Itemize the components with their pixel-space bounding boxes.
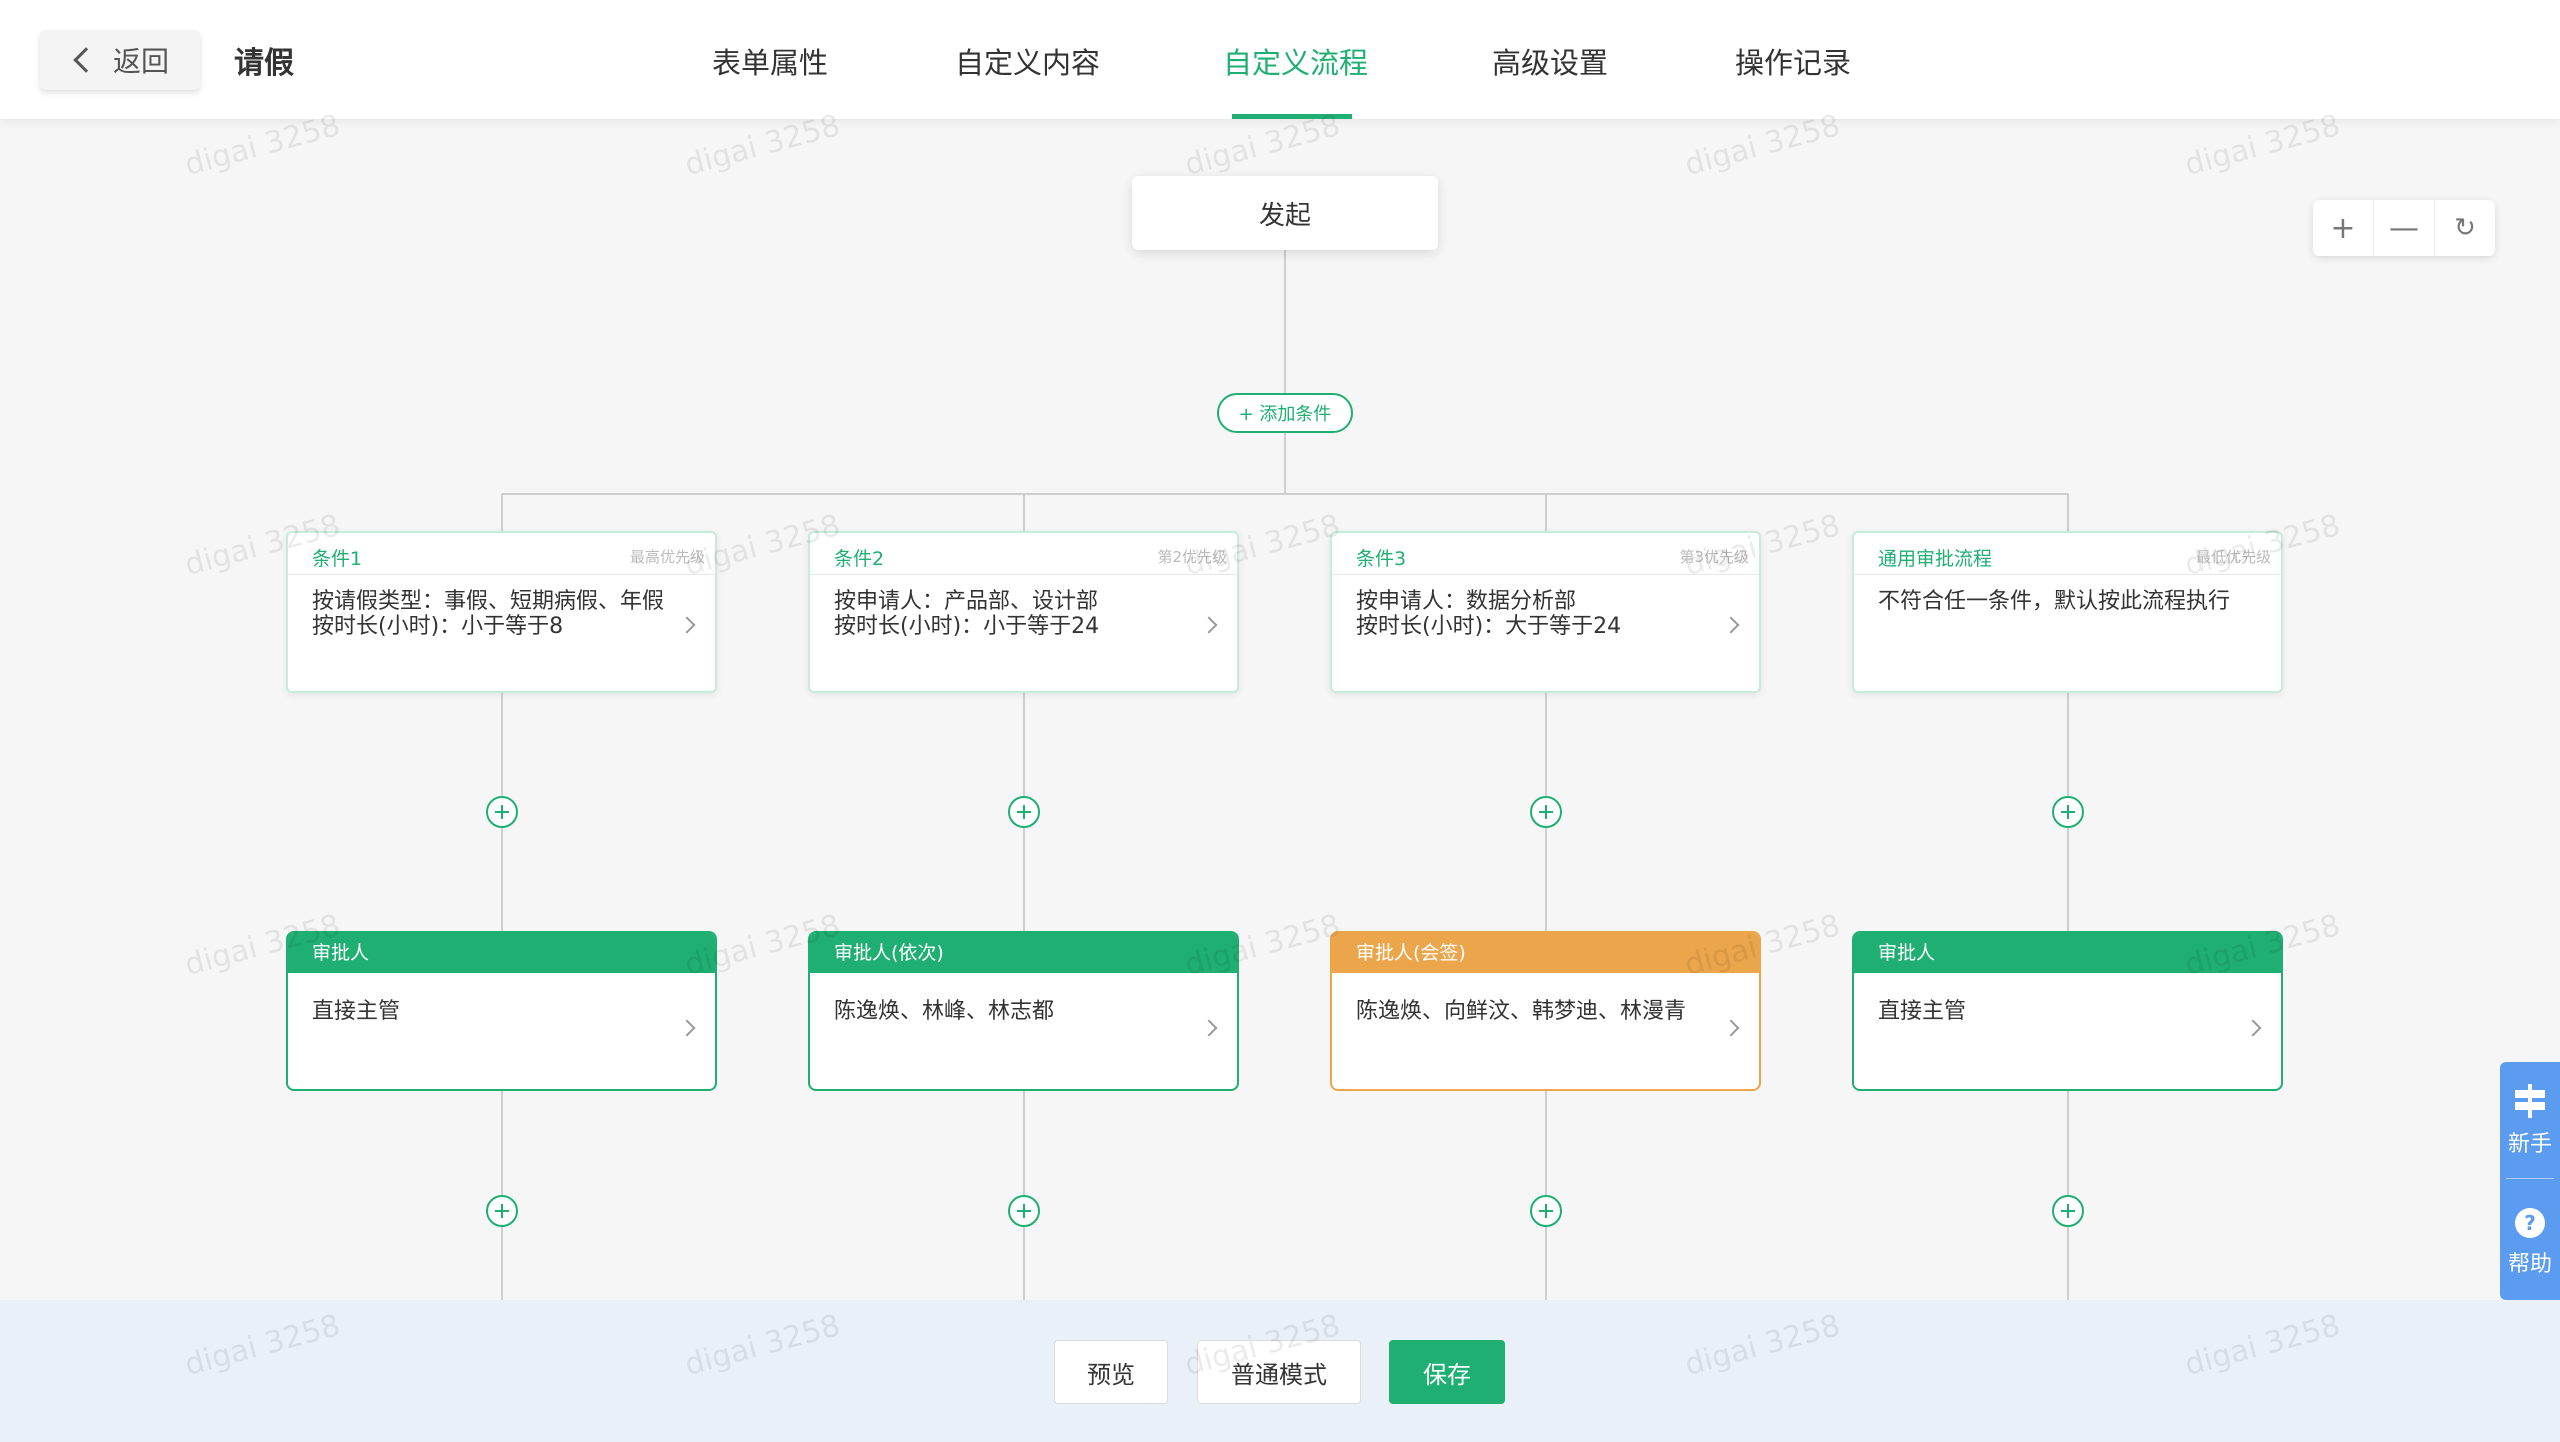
approver-card-2[interactable]: 审批人(依次) 陈逸焕、林峰、林志都 bbox=[808, 931, 1239, 1091]
help-label: 帮助 bbox=[2507, 1252, 2552, 1277]
condition-rules: 按申请人：数据分析部 按时长(小时)：大于等于24 bbox=[1356, 589, 1621, 639]
add-node-button[interactable] bbox=[2052, 796, 2084, 828]
condition-name: 通用审批流程 bbox=[1878, 548, 1993, 570]
bottom-action-bar: 预览 普通模式 保存 bbox=[0, 1300, 2560, 1442]
zoom-control: + — ↻ bbox=[2313, 200, 2495, 256]
add-node-button[interactable] bbox=[1530, 796, 1562, 828]
approver-names: 陈逸焕、向鲜汶、韩梦迪、林漫青 bbox=[1356, 999, 1687, 1024]
question-icon: ? bbox=[2515, 1208, 2545, 1238]
condition-name: 条件2 bbox=[834, 548, 885, 570]
approver-title: 审批人(依次) bbox=[810, 933, 1237, 973]
condition-rule-line: 按申请人：产品部、设计部 bbox=[834, 589, 1099, 614]
chevron-right-icon bbox=[1722, 1019, 1740, 1037]
add-node-button[interactable] bbox=[1008, 1195, 1040, 1227]
condition-name: 条件1 bbox=[312, 548, 363, 570]
beginner-guide-label: 新手 bbox=[2507, 1132, 2552, 1157]
tab-custom-content[interactable]: 自定义内容 bbox=[955, 40, 1100, 82]
condition-priority: 最高优先级 bbox=[629, 548, 705, 566]
condition-rule-line: 不符合任一条件，默认按此流程执行 bbox=[1878, 589, 2231, 614]
connector-start-down bbox=[1284, 250, 1286, 393]
zoom-in-button[interactable]: + bbox=[2313, 200, 2374, 256]
condition-rules: 按请假类型：事假、短期病假、年假 按时长(小时)：小于等于8 bbox=[312, 589, 664, 639]
connector-addcond-down bbox=[1284, 433, 1286, 493]
approver-names: 陈逸焕、林峰、林志都 bbox=[834, 999, 1055, 1024]
condition-rules: 不符合任一条件，默认按此流程执行 bbox=[1878, 589, 2230, 614]
chevron-right-icon bbox=[1200, 616, 1218, 634]
side-helper-panel: 新手 ? 帮助 bbox=[2500, 1062, 2560, 1300]
condition-rule-line: 按时长(小时)：大于等于24 bbox=[1356, 614, 1622, 639]
zoom-reset-button[interactable]: ↻ bbox=[2435, 200, 2495, 256]
normal-mode-button[interactable]: 普通模式 bbox=[1197, 1340, 1361, 1404]
watermark: digai 3258 bbox=[2181, 108, 2344, 183]
add-node-button[interactable] bbox=[1530, 1195, 1562, 1227]
start-node-label: 发起 bbox=[1258, 200, 1311, 231]
top-header: 返回 请假 表单属性 自定义内容 自定义流程 高级设置 操作记录 bbox=[0, 0, 2560, 119]
condition-rule-line: 按申请人：数据分析部 bbox=[1356, 589, 1577, 614]
side-divider bbox=[2506, 1178, 2554, 1179]
watermark: digai 3258 bbox=[681, 108, 844, 183]
condition-card-header: 条件1 最高优先级 bbox=[288, 533, 715, 575]
approver-names: 直接主管 bbox=[312, 999, 401, 1024]
tab-bar: 表单属性 自定义内容 自定义流程 高级设置 操作记录 bbox=[0, 0, 2560, 119]
preview-button[interactable]: 预览 bbox=[1054, 1340, 1168, 1404]
condition-priority: 最低优先级 bbox=[2195, 548, 2271, 566]
chevron-right-icon bbox=[1200, 1019, 1218, 1037]
condition-card-header: 通用审批流程 最低优先级 bbox=[1854, 533, 2281, 575]
approver-card-1[interactable]: 审批人 直接主管 bbox=[286, 931, 717, 1091]
watermark: digai 3258 bbox=[1681, 108, 1844, 183]
condition-rules: 按申请人：产品部、设计部 按时长(小时)：小于等于24 bbox=[834, 589, 1099, 639]
tab-custom-flow[interactable]: 自定义流程 bbox=[1223, 40, 1368, 82]
active-tab-indicator bbox=[1232, 114, 1352, 119]
start-node[interactable]: 发起 bbox=[1132, 176, 1438, 250]
condition-card-1[interactable]: 条件1 最高优先级 按请假类型：事假、短期病假、年假 按时长(小时)：小于等于8 bbox=[286, 531, 717, 693]
condition-priority: 第2优先级 bbox=[1157, 548, 1227, 566]
watermark: digai 3258 bbox=[181, 108, 344, 183]
add-node-button[interactable] bbox=[486, 1195, 518, 1227]
approver-title: 审批人 bbox=[1854, 933, 2281, 973]
connector-branch-horizontal bbox=[501, 493, 2069, 495]
signpost-icon bbox=[2513, 1084, 2547, 1118]
condition-rule-line: 按时长(小时)：小于等于24 bbox=[834, 614, 1100, 639]
condition-card-default[interactable]: 通用审批流程 最低优先级 不符合任一条件，默认按此流程执行 bbox=[1852, 531, 2283, 693]
watermark: digai 3258 bbox=[1181, 108, 1344, 183]
add-node-button[interactable] bbox=[1008, 796, 1040, 828]
approver-card-3[interactable]: 审批人(会签) 陈逸焕、向鲜汶、韩梦迪、林漫青 bbox=[1330, 931, 1761, 1091]
chevron-right-icon bbox=[1722, 616, 1740, 634]
condition-rule-line: 按请假类型：事假、短期病假、年假 bbox=[312, 589, 665, 614]
zoom-out-button[interactable]: — bbox=[2374, 200, 2435, 256]
save-button[interactable]: 保存 bbox=[1389, 1340, 1505, 1404]
condition-rule-line: 按时长(小时)：小于等于8 bbox=[312, 614, 564, 639]
approver-title: 审批人 bbox=[288, 933, 715, 973]
help-button[interactable]: ? 帮助 bbox=[2500, 1208, 2560, 1278]
add-condition-button[interactable]: + 添加条件 bbox=[1217, 393, 1353, 433]
tab-operation-log[interactable]: 操作记录 bbox=[1735, 40, 1851, 82]
beginner-guide-button[interactable]: 新手 bbox=[2500, 1084, 2560, 1158]
add-node-button[interactable] bbox=[2052, 1195, 2084, 1227]
approver-card-4[interactable]: 审批人 直接主管 bbox=[1852, 931, 2283, 1091]
condition-card-header: 条件3 第3优先级 bbox=[1332, 533, 1759, 575]
condition-card-2[interactable]: 条件2 第2优先级 按申请人：产品部、设计部 按时长(小时)：小于等于24 bbox=[808, 531, 1239, 693]
tab-form-properties[interactable]: 表单属性 bbox=[712, 40, 828, 82]
condition-card-3[interactable]: 条件3 第3优先级 按申请人：数据分析部 按时长(小时)：大于等于24 bbox=[1330, 531, 1761, 693]
tab-advanced-settings[interactable]: 高级设置 bbox=[1492, 40, 1608, 82]
condition-card-header: 条件2 第2优先级 bbox=[810, 533, 1237, 575]
chevron-right-icon bbox=[2244, 1019, 2262, 1037]
approver-title: 审批人(会签) bbox=[1332, 933, 1759, 973]
chevron-right-icon bbox=[678, 1019, 696, 1037]
add-node-button[interactable] bbox=[486, 796, 518, 828]
chevron-right-icon bbox=[678, 616, 696, 634]
condition-name: 条件3 bbox=[1356, 548, 1407, 570]
condition-priority: 第3优先级 bbox=[1679, 548, 1749, 566]
approver-names: 直接主管 bbox=[1878, 999, 1967, 1024]
